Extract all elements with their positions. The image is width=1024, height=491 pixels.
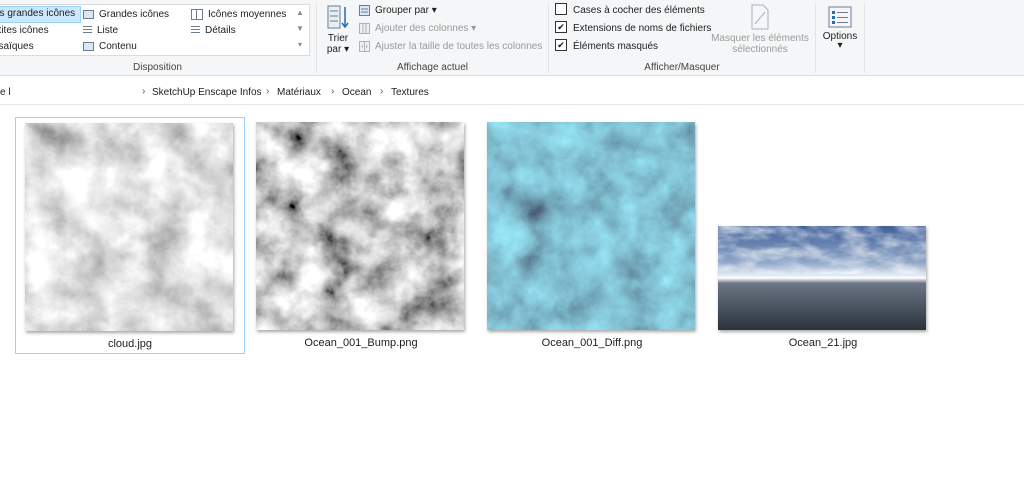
list-icon <box>83 25 92 35</box>
current-view-group-label: Affichage actuel <box>397 62 468 73</box>
item-checkboxes-checkbox[interactable] <box>555 3 567 16</box>
layout-group-label: Disposition <box>133 62 182 73</box>
breadcrumb-separator: › <box>142 86 146 97</box>
file-extensions-toggle[interactable]: ✔ Extensions de noms de fichiers <box>555 21 711 37</box>
hide-selected-button[interactable]: Masquer les éléments sélectionnés <box>711 4 809 55</box>
add-columns-icon <box>359 22 370 34</box>
layout-group: ès grandes icônes Grandes icônes Icônes … <box>0 0 315 75</box>
show-hide-group-label: Afficher/Masquer <box>644 62 720 73</box>
file-tile-ocean-21[interactable]: Ocean_21.jpg <box>709 117 937 352</box>
options-button[interactable]: Options ▾ <box>818 6 862 51</box>
hide-selected-label-2: sélectionnés <box>732 44 788 55</box>
add-columns-button[interactable]: Ajouter des colonnes ▾ <box>359 21 476 37</box>
layout-list[interactable]: Liste <box>83 23 118 38</box>
layout-gallery-scroll[interactable]: ▲ ▼ ▾ <box>295 5 305 53</box>
layout-details[interactable]: Détails <box>191 23 236 38</box>
item-checkboxes-toggle[interactable]: Cases à cocher des éléments <box>555 3 705 19</box>
sort-label-arrow: par ▾ <box>326 44 350 55</box>
file-name: Ocean_001_Bump.png <box>304 337 418 349</box>
sky-thumbnail <box>718 226 926 330</box>
layout-gallery: ès grandes icônes Grandes icônes Icônes … <box>0 4 310 56</box>
layout-large-icons[interactable]: Grandes icônes <box>83 7 169 22</box>
hidden-items-checkbox[interactable]: ✔ <box>555 39 567 52</box>
large-icons-icon <box>83 9 94 19</box>
breadcrumb-sketchup-enscape-infos[interactable]: SketchUp Enscape Infos <box>152 87 262 98</box>
address-bar[interactable]: e l › SketchUp Enscape Infos › Matériaux… <box>0 82 1024 105</box>
address-left-stub: e l <box>0 87 11 98</box>
options-group: Options ▾ <box>816 0 864 75</box>
options-icon <box>828 6 852 28</box>
hidden-items-toggle[interactable]: ✔ Éléments masqués <box>555 39 658 55</box>
file-name: Ocean_21.jpg <box>788 337 858 349</box>
show-hide-group: Cases à cocher des éléments ✔ Extensions … <box>549 0 815 75</box>
file-tile-ocean-bump[interactable]: Ocean_001_Bump.png <box>247 117 475 352</box>
breadcrumb-ocean[interactable]: Ocean <box>342 87 371 98</box>
scroll-up-icon[interactable]: ▲ <box>295 5 305 21</box>
sort-label: Trier <box>327 33 349 44</box>
file-tile-ocean-diff[interactable]: Ocean_001_Diff.png <box>478 117 706 352</box>
content-icon <box>83 41 94 51</box>
layout-small-icons[interactable]: etites icônes <box>0 23 49 38</box>
current-view-group: Trier par ▾ Grouper par ▾ Ajouter des co… <box>317 0 548 75</box>
file-name: cloud.jpg <box>107 338 153 350</box>
file-name: Ocean_001_Diff.png <box>541 337 643 349</box>
breadcrumb-materiaux[interactable]: Matériaux <box>277 87 321 98</box>
layout-content[interactable]: Contenu <box>83 39 137 54</box>
cloud-thumbnail <box>25 123 233 331</box>
group-by-icon <box>359 4 370 16</box>
layout-tiles[interactable]: osaïques <box>0 39 34 54</box>
medium-icons-icon <box>191 8 203 20</box>
file-tile-cloud[interactable]: cloud.jpg <box>15 117 245 354</box>
breadcrumb-separator: › <box>380 86 384 97</box>
bump-thumbnail <box>256 122 464 330</box>
diff-thumbnail <box>487 122 695 330</box>
sort-icon <box>327 5 349 29</box>
breadcrumb-textures[interactable]: Textures <box>391 87 429 98</box>
expand-gallery-icon[interactable]: ▾ <box>295 37 305 53</box>
hide-selected-label-1: Masquer les éléments <box>711 33 809 44</box>
details-icon <box>191 25 200 35</box>
hide-selected-icon <box>751 4 769 30</box>
fit-columns-button[interactable]: Ajuster la taille de toutes les colonnes <box>359 39 542 55</box>
breadcrumb-separator: › <box>331 86 335 97</box>
file-extensions-checkbox[interactable]: ✔ <box>555 21 567 34</box>
layout-medium-icons[interactable]: Icônes moyennes <box>191 7 286 22</box>
sort-by-button[interactable]: Trier par ▾ <box>323 4 353 55</box>
divider <box>864 3 865 73</box>
breadcrumb-separator: › <box>266 86 270 97</box>
chevron-down-icon: ▾ <box>837 40 843 51</box>
layout-extra-large-icons[interactable]: ès grandes icônes <box>0 6 81 23</box>
fit-columns-icon <box>359 40 370 52</box>
group-by-button[interactable]: Grouper par ▾ <box>359 3 437 19</box>
ribbon: ès grandes icônes Grandes icônes Icônes … <box>0 0 1024 76</box>
scroll-down-icon[interactable]: ▼ <box>295 21 305 37</box>
